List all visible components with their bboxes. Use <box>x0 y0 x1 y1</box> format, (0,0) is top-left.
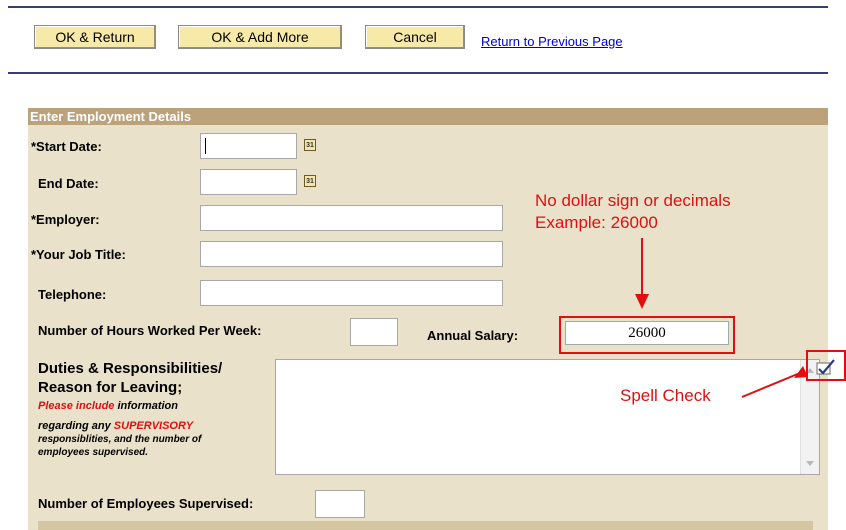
annotation-arrows <box>635 238 808 398</box>
salary-arrow-head <box>635 294 649 309</box>
spell-arrow-head <box>794 366 808 378</box>
spell-arrow-line <box>741 372 801 398</box>
